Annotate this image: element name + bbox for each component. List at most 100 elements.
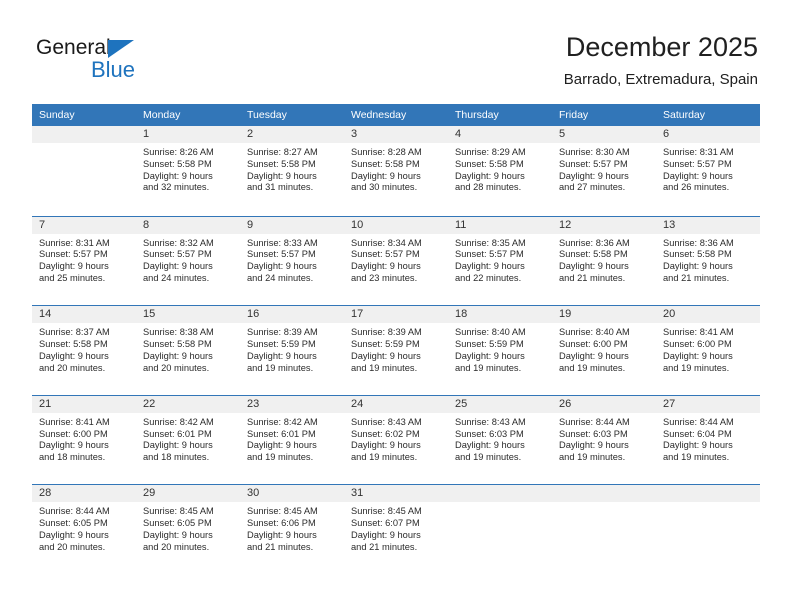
day-info-line: Sunset: 5:59 PM — [247, 338, 316, 349]
day-number: 22 — [136, 395, 240, 413]
day-info-line: Sunset: 5:58 PM — [351, 158, 420, 169]
day-cell[interactable]: 21 Sunrise: 8:41 AM Sunset: 6:00 PM Dayligh… — [32, 395, 136, 485]
day-info-line: Daylight: 9 hours — [351, 529, 421, 540]
day-info-line: and 25 minutes. — [39, 272, 106, 283]
day-cell[interactable]: 3 Sunrise: 8:28 AM Sunset: 5:58 PM Daylight… — [344, 126, 448, 216]
day-cell[interactable]: 2 Sunrise: 8:27 AM Sunset: 5:58 PM Daylight… — [240, 126, 344, 216]
day-info-line: Daylight: 9 hours — [143, 440, 213, 451]
weekday-header-row: Sunday Monday Tuesday Wednesday Thursday Frid… — [32, 104, 760, 126]
day-cell[interactable]: 15 Sunrise: 8:38 AM Sunset: 5:58 PM Dayligh… — [136, 306, 240, 395]
day-cell[interactable]: 16 Sunrise: 8:39 AM Sunset: 5:59 PM Dayligh… — [240, 306, 344, 395]
day-cell[interactable]: 22 Sunrise: 8:42 AM Sunset: 6:01 PM Dayligh… — [136, 395, 240, 485]
page-title: December 2025 — [565, 32, 758, 62]
day-info-line: Sunrise: 8:29 AM — [455, 147, 526, 157]
day-sun-info: Sunrise: 8:30 AM Sunset: 5:57 PM Daylight:… — [552, 143, 656, 194]
day-info-line: and 23 minutes. — [351, 272, 418, 283]
day-info-line: Daylight: 9 hours — [39, 261, 109, 272]
day-sun-info: Sunrise: 8:41 AM Sunset: 6:00 PM Daylight:… — [656, 323, 760, 374]
day-info-line: Sunrise: 8:39 AM — [247, 327, 318, 338]
day-cell[interactable]: 1 Sunrise: 8:26 AM Sunset: 5:58 PM Daylight… — [136, 126, 240, 216]
day-info-line: Sunrise: 8:33 AM — [247, 237, 318, 248]
day-cell[interactable]: 28 Sunrise: 8:44 AM Sunset: 6:05 PM Dayligh… — [32, 485, 136, 574]
day-number: 29 — [136, 485, 240, 503]
day-info-line: Daylight: 9 hours — [351, 261, 421, 272]
day-cell[interactable]: 8 Sunrise: 8:32 AM Sunset: 5:57 PM Daylight… — [136, 216, 240, 306]
day-cell[interactable]: 14 Sunrise: 8:37 AM Sunset: 5:58 PM Dayligh… — [32, 306, 136, 395]
day-info-line: and 19 minutes. — [247, 452, 314, 463]
day-info-line: Sunrise: 8:38 AM — [143, 327, 214, 338]
day-info-line: Sunrise: 8:45 AM — [247, 506, 318, 517]
day-sun-info: Sunrise: 8:45 AM Sunset: 6:07 PM Daylight:… — [344, 502, 448, 553]
day-info-line: Sunrise: 8:32 AM — [143, 237, 214, 248]
day-cell[interactable]: 11 Sunrise: 8:35 AM Sunset: 5:57 PM Dayligh… — [448, 216, 552, 306]
day-number: 23 — [240, 395, 344, 413]
day-cell[interactable]: 23 Sunrise: 8:42 AM Sunset: 6:01 PM Dayligh… — [240, 395, 344, 485]
day-info-line: Daylight: 9 hours — [247, 170, 317, 181]
day-sun-info: Sunrise: 8:36 AM Sunset: 5:58 PM Daylight:… — [656, 234, 760, 285]
day-cell[interactable]: 29 Sunrise: 8:45 AM Sunset: 6:05 PM Dayligh… — [136, 485, 240, 574]
day-sun-info: Sunrise: 8:28 AM Sunset: 5:58 PM Daylight:… — [344, 143, 448, 194]
day-cell[interactable]: 10 Sunrise: 8:34 AM Sunset: 5:57 PM Dayligh… — [344, 216, 448, 306]
title-block: December 2025 Barrado, Extremadura, Spai… — [564, 30, 758, 91]
day-info-line: Daylight: 9 hours — [247, 350, 317, 361]
day-sun-info: Sunrise: 8:39 AM Sunset: 5:59 PM Daylight:… — [344, 323, 448, 374]
calendar-page: General Blue December 2025 Barrado, Extr… — [0, 0, 792, 612]
day-cell[interactable]: 17 Sunrise: 8:39 AM Sunset: 5:59 PM Dayligh… — [344, 306, 448, 395]
weekday-header-sunday: Sunday — [39, 109, 75, 121]
day-info-line: Daylight: 9 hours — [143, 529, 213, 540]
day-info-line: Daylight: 9 hours — [143, 170, 213, 181]
day-cell[interactable]: 18 Sunrise: 8:40 AM Sunset: 5:59 PM Dayligh… — [448, 306, 552, 395]
day-cell[interactable]: 13 Sunrise: 8:36 AM Sunset: 5:58 PM Dayligh… — [656, 216, 760, 306]
day-info-line: Sunset: 6:03 PM — [455, 428, 524, 439]
day-info-line: and 19 minutes. — [663, 362, 730, 373]
day-info-line: Sunset: 5:57 PM — [351, 249, 420, 260]
page-header: General Blue December 2025 Barrado, Extr… — [0, 0, 792, 104]
day-info-line: Sunset: 6:00 PM — [663, 338, 732, 349]
day-info-line: Sunset: 5:58 PM — [39, 338, 108, 349]
day-info-line: and 19 minutes. — [455, 362, 522, 373]
day-cell[interactable]: 12 Sunrise: 8:36 AM Sunset: 5:58 PM Dayligh… — [552, 216, 656, 306]
day-info-line: and 21 minutes. — [351, 541, 418, 552]
day-info-line: Sunrise: 8:45 AM — [143, 506, 214, 517]
day-sun-info: Sunrise: 8:43 AM Sunset: 6:03 PM Daylight:… — [448, 413, 552, 464]
day-info-line: Daylight: 9 hours — [39, 350, 109, 361]
day-info-line: and 32 minutes. — [143, 182, 210, 193]
day-sun-info: Sunrise: 8:42 AM Sunset: 6:01 PM Daylight:… — [240, 413, 344, 464]
day-cell[interactable]: 19 Sunrise: 8:40 AM Sunset: 6:00 PM Dayligh… — [552, 306, 656, 395]
day-info-line: Sunrise: 8:42 AM — [247, 416, 318, 427]
day-number: 9 — [240, 216, 344, 234]
day-cell[interactable]: 5 Sunrise: 8:30 AM Sunset: 5:57 PM Daylight… — [552, 126, 656, 216]
day-cell[interactable]: 26 Sunrise: 8:44 AM Sunset: 6:03 PM Dayligh… — [552, 395, 656, 485]
day-info-line: Sunrise: 8:45 AM — [351, 506, 422, 517]
day-info-line: Sunrise: 8:30 AM — [559, 147, 630, 157]
day-cell[interactable]: 27 Sunrise: 8:44 AM Sunset: 6:04 PM Dayligh… — [656, 395, 760, 485]
day-number: 16 — [240, 306, 344, 324]
day-cell-empty — [656, 485, 760, 574]
day-info-line: and 18 minutes. — [39, 452, 106, 463]
day-number: 25 — [448, 395, 552, 413]
weekday-header-saturday: Saturday — [663, 109, 706, 121]
day-info-line: and 18 minutes. — [143, 452, 210, 463]
general-blue-logo[interactable]: General Blue — [36, 36, 236, 88]
day-cell[interactable]: 9 Sunrise: 8:33 AM Sunset: 5:57 PM Daylight… — [240, 216, 344, 306]
calendar-grid: Sunday Monday Tuesday Wednesday Thursday Frid… — [32, 104, 760, 574]
day-info-line: and 19 minutes. — [247, 362, 314, 373]
day-info-line: and 19 minutes. — [663, 452, 730, 463]
day-number: 13 — [656, 216, 760, 234]
day-cell[interactable]: 7 Sunrise: 8:31 AM Sunset: 5:57 PM Daylight… — [32, 216, 136, 306]
day-cell[interactable]: 25 Sunrise: 8:43 AM Sunset: 6:03 PM Dayligh… — [448, 395, 552, 485]
weekday-header-friday: Friday — [559, 109, 589, 121]
day-cell[interactable]: 24 Sunrise: 8:43 AM Sunset: 6:02 PM Dayligh… — [344, 395, 448, 485]
day-cell[interactable]: 30 Sunrise: 8:45 AM Sunset: 6:06 PM Dayligh… — [240, 485, 344, 574]
logo-text-blue: Blue — [91, 57, 136, 82]
day-info-line: Daylight: 9 hours — [455, 440, 525, 451]
day-number: 21 — [32, 395, 136, 413]
day-number: 18 — [448, 306, 552, 324]
day-cell[interactable]: 6 Sunrise: 8:31 AM Sunset: 5:57 PM Daylight… — [656, 126, 760, 216]
day-number: 6 — [656, 126, 760, 143]
day-number: 11 — [448, 216, 552, 234]
day-cell[interactable]: 4 Sunrise: 8:29 AM Sunset: 5:58 PM Daylight… — [448, 126, 552, 216]
day-cell[interactable]: 20 Sunrise: 8:41 AM Sunset: 6:00 PM Dayligh… — [656, 306, 760, 395]
weekday-header-wednesday: Wednesday — [351, 109, 407, 121]
day-cell[interactable]: 31 Sunrise: 8:45 AM Sunset: 6:07 PM Dayligh… — [344, 485, 448, 574]
